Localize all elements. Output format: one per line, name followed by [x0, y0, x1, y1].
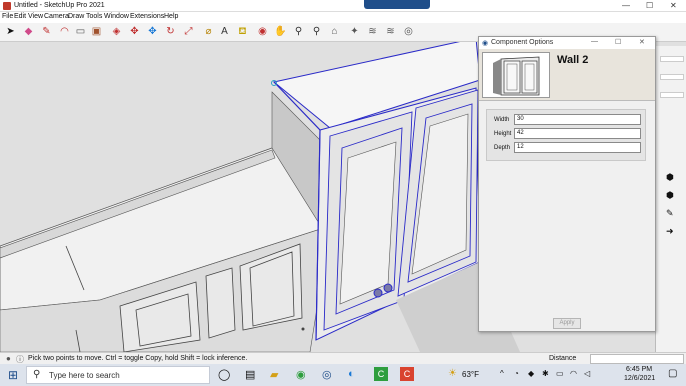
wifi-icon[interactable]: ◠ — [570, 369, 577, 378]
close-button[interactable]: ✕ — [670, 1, 677, 10]
depth-label: Depth — [494, 145, 511, 151]
dialog-app-icon: ◉ — [482, 40, 489, 47]
move-icon[interactable]: ✥ — [128, 25, 141, 38]
menu-view[interactable]: View — [28, 13, 43, 20]
menu-file[interactable]: File — [2, 13, 13, 20]
tape-measure-icon[interactable]: ⌀ — [202, 25, 215, 38]
geolocation-icon[interactable]: ● — [6, 354, 11, 363]
bluetooth-icon[interactable]: ✱ — [542, 369, 549, 378]
measurements-input[interactable] — [590, 354, 684, 364]
tray-field[interactable] — [660, 56, 684, 62]
push-pull-icon[interactable]: ▣ — [90, 25, 103, 38]
arrow-icon[interactable]: ➜ — [666, 226, 674, 237]
depth-input[interactable]: 12 — [514, 142, 641, 153]
search-placeholder: Type here to search — [49, 371, 120, 380]
default-tray: ⬢ ⬢ ✎ ➜ — [655, 46, 686, 352]
layout-icon[interactable]: ≋ — [384, 25, 397, 38]
sketchup-taskbar-icon[interactable]: ◎ — [322, 368, 332, 381]
line-icon[interactable]: ✎ — [40, 25, 53, 38]
scale-icon[interactable]: ⤢ — [182, 25, 195, 38]
menu-help[interactable]: Help — [164, 13, 178, 20]
move-active-icon[interactable]: ✥ — [146, 25, 159, 38]
sketchup-logo-icon — [3, 2, 11, 10]
eraser-icon[interactable]: ◆ — [22, 25, 35, 38]
menu-tools[interactable]: Tools — [86, 13, 102, 20]
taskbar: ⊞ ⚲ Type here to search ◯ ▤ ▰ ◉ ◎ ◐ C C … — [0, 364, 686, 386]
component-options-dialog: ◉ Component Options — ☐ ✕ Wall 2 Width 3… — [478, 36, 656, 332]
component-icon[interactable]: ⬢ — [666, 172, 674, 183]
status-hint: Pick two points to move. Ctrl = toggle C… — [28, 355, 248, 362]
battery-icon[interactable]: ▭ — [556, 369, 564, 378]
clock-date[interactable]: 12/6/2021 — [624, 375, 655, 382]
component-header: Wall 2 — [479, 49, 655, 101]
orbit-icon[interactable]: ◉ — [256, 25, 269, 38]
offset-icon[interactable]: ◈ — [110, 25, 123, 38]
width-input[interactable]: 30 — [514, 114, 641, 125]
zoom-extents-icon[interactable]: ⚲ — [310, 25, 323, 38]
text-icon[interactable]: A — [218, 25, 231, 38]
clock-time[interactable]: 6:45 PM — [626, 366, 652, 373]
dropbox-icon[interactable]: ◆ — [528, 369, 534, 378]
network-icon[interactable]: ◔ — [514, 369, 519, 378]
menu-bar: File Edit View Camera Draw Tools Window … — [0, 12, 686, 23]
menu-camera[interactable]: Camera — [44, 13, 69, 20]
widgets-icon[interactable]: ▤ — [245, 368, 255, 381]
paint-bucket-icon[interactable]: ⛾ — [236, 25, 249, 38]
height-input[interactable]: 42 — [514, 128, 641, 139]
weather-temperature[interactable]: 63°F — [462, 370, 479, 379]
zoom-icon[interactable]: ⚲ — [292, 25, 305, 38]
warehouse-icon[interactable]: ⌂ — [328, 25, 341, 38]
measurements-label: Distance — [549, 355, 577, 362]
menu-draw[interactable]: Draw — [68, 13, 84, 20]
weather-icon[interactable]: ☀ — [448, 368, 457, 379]
app-red-icon[interactable]: C — [400, 367, 414, 381]
component-thumbnail — [482, 52, 550, 98]
select-icon[interactable]: ➤ — [4, 25, 17, 38]
width-label: Width — [494, 117, 510, 123]
window-title: Untitled - SketchUp Pro 2021 — [14, 2, 105, 9]
windows-start-icon[interactable]: ⊞ — [8, 368, 18, 382]
apply-button[interactable]: Apply — [553, 318, 581, 329]
search-icon: ⚲ — [33, 369, 41, 380]
pencil-icon[interactable]: ✎ — [666, 208, 674, 219]
materials-icon[interactable]: ⬢ — [666, 190, 674, 201]
dialog-title-bar[interactable]: ◉ Component Options — ☐ ✕ — [479, 37, 655, 49]
notifications-icon[interactable]: ▢ — [668, 368, 677, 379]
profile-icon[interactable]: ◎ — [402, 25, 415, 38]
dialog-minimize-button[interactable]: — — [591, 38, 598, 45]
task-view-icon[interactable]: ◯ — [218, 368, 230, 381]
rotate-icon[interactable]: ↻ — [164, 25, 177, 38]
component-attributes-panel: Width 30 Height 42 Depth 12 — [486, 109, 646, 161]
overlay-tab — [364, 0, 430, 9]
height-label: Height — [494, 131, 512, 137]
menu-edit[interactable]: Edit — [14, 13, 26, 20]
maximize-button[interactable]: ☐ — [646, 1, 653, 10]
menu-extensions[interactable]: Extensions — [130, 13, 164, 20]
status-bar: ● ⓘ Pick two points to move. Ctrl = togg… — [0, 352, 686, 364]
file-explorer-icon[interactable]: ▰ — [270, 368, 278, 381]
dialog-maximize-button[interactable]: ☐ — [615, 38, 621, 46]
edge-icon[interactable]: ◐ — [348, 368, 355, 380]
extension-warehouse-icon[interactable]: ✦ — [348, 25, 361, 38]
minimize-button[interactable]: — — [622, 1, 630, 10]
volume-icon[interactable]: ◁ — [584, 369, 590, 378]
pan-icon[interactable]: ✋ — [274, 25, 287, 38]
title-bar: Untitled - SketchUp Pro 2021 — ☐ ✕ — [0, 0, 686, 12]
menu-window[interactable]: Window — [104, 13, 129, 20]
styles-icon[interactable]: ≋ — [366, 25, 379, 38]
taskbar-search-box[interactable]: ⚲ Type here to search — [26, 366, 210, 384]
component-name: Wall 2 — [557, 54, 589, 66]
rectangle-icon[interactable]: ▭ — [74, 25, 87, 38]
arc-icon[interactable]: ◠ — [58, 25, 71, 38]
chrome-icon[interactable]: ◉ — [296, 368, 306, 381]
dialog-title: Component Options — [491, 39, 554, 46]
tray-overflow-icon[interactable]: ^ — [500, 369, 504, 378]
dialog-close-button[interactable]: ✕ — [639, 38, 645, 46]
tray-field[interactable] — [660, 74, 684, 80]
app-green-icon[interactable]: C — [374, 367, 388, 381]
tray-field[interactable] — [660, 92, 684, 98]
